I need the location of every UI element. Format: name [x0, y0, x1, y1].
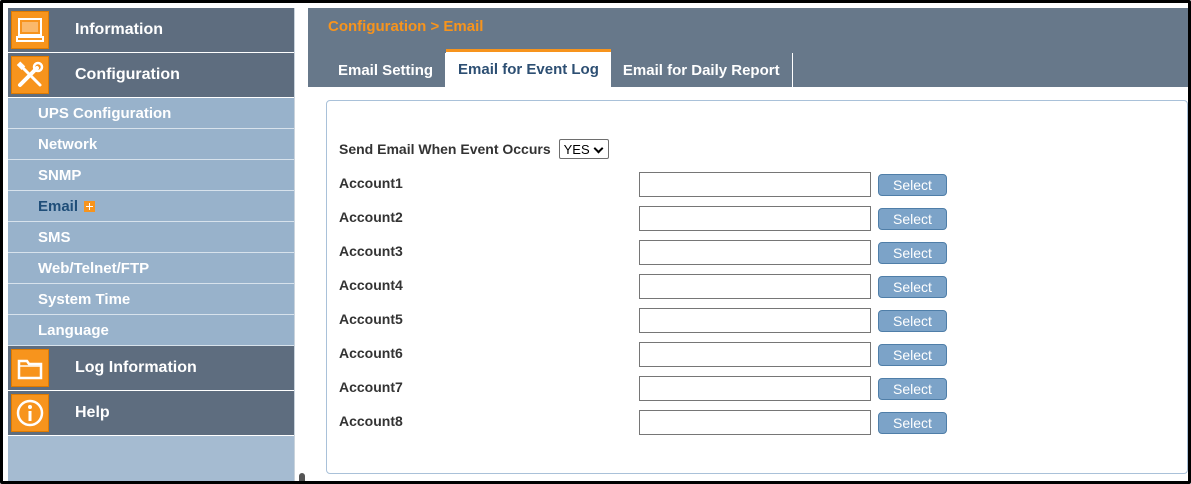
sidebar-item-label: System Time	[38, 290, 131, 308]
account2-select-button[interactable]: Select	[878, 208, 947, 230]
sidebar-item-log-information[interactable]: Log Information	[8, 346, 294, 391]
sidebar-item-label: Information	[75, 21, 163, 38]
sidebar-item-email[interactable]: Email	[8, 191, 294, 222]
send-email-row: Send Email When Event Occurs YES	[339, 139, 609, 159]
chevron-down-icon	[594, 144, 604, 154]
account-row: Account7 Select	[339, 376, 959, 401]
sidebar-item-information[interactable]: Information	[8, 8, 294, 53]
tab-email-setting[interactable]: Email Setting	[326, 53, 447, 87]
account-row: Account8 Select	[339, 410, 959, 435]
account-row: Account2 Select	[339, 206, 959, 231]
info-icon	[11, 394, 49, 432]
sidebar-item-label: Web/Telnet/FTP	[38, 259, 150, 277]
sidebar-item-ups-configuration[interactable]: UPS Configuration	[8, 98, 294, 129]
account-label: Account2	[339, 209, 403, 225]
sidebar-item-label: Network	[38, 135, 98, 153]
account4-select-button[interactable]: Select	[878, 276, 947, 298]
send-email-value: YES	[563, 141, 590, 157]
account3-input[interactable]	[639, 240, 871, 265]
account-row: Account5 Select	[339, 308, 959, 333]
account7-select-button[interactable]: Select	[878, 378, 947, 400]
email-event-log-panel: Send Email When Event Occurs YES Account…	[326, 100, 1188, 474]
sidebar-item-language[interactable]: Language	[8, 315, 294, 346]
tab-email-for-daily-report[interactable]: Email for Daily Report	[611, 53, 793, 87]
account-label: Account7	[339, 379, 403, 395]
sidebar-scrollbar[interactable]	[294, 8, 308, 481]
account-label: Account8	[339, 413, 403, 429]
header: Configuration > Email Email Setting Emai…	[308, 8, 1188, 87]
folder-icon	[11, 349, 49, 387]
sidebar-item-label: Email	[38, 197, 79, 215]
account-label: Account6	[339, 345, 403, 361]
sidebar-item-label: Log Information	[75, 359, 197, 376]
account5-input[interactable]	[639, 308, 871, 333]
account-row: Account1 Select	[339, 172, 959, 197]
app-frame: Information Configuration UPS Configurat…	[0, 0, 1191, 484]
account7-input[interactable]	[639, 376, 871, 401]
account8-input[interactable]	[639, 410, 871, 435]
sidebar-item-sms[interactable]: SMS	[8, 222, 294, 253]
sidebar-item-label: SNMP	[38, 166, 82, 184]
account-label: Account3	[339, 243, 403, 259]
scrollbar-thumb[interactable]	[299, 473, 305, 481]
account-label: Account5	[339, 311, 403, 327]
sidebar-item-snmp[interactable]: SNMP	[8, 160, 294, 191]
account6-input[interactable]	[639, 342, 871, 367]
plus-icon	[84, 200, 96, 212]
account2-input[interactable]	[639, 206, 871, 231]
account6-select-button[interactable]: Select	[878, 344, 947, 366]
sidebar-item-network[interactable]: Network	[8, 129, 294, 160]
account-label: Account4	[339, 277, 403, 293]
send-email-label: Send Email When Event Occurs	[339, 141, 551, 157]
sidebar-item-label: Language	[38, 321, 109, 339]
account-label: Account1	[339, 175, 403, 191]
tab-email-for-event-log[interactable]: Email for Event Log	[446, 49, 611, 87]
sidebar-item-label: SMS	[38, 228, 71, 246]
account5-select-button[interactable]: Select	[878, 310, 947, 332]
tools-icon	[11, 56, 49, 94]
breadcrumb: Configuration > Email	[328, 18, 484, 35]
account-row: Account6 Select	[339, 342, 959, 367]
account-row: Account4 Select	[339, 274, 959, 299]
account1-select-button[interactable]: Select	[878, 174, 947, 196]
account3-select-button[interactable]: Select	[878, 242, 947, 264]
account-row: Account3 Select	[339, 240, 959, 265]
sidebar: Information Configuration UPS Configurat…	[8, 8, 294, 481]
sidebar-item-label: Configuration	[75, 66, 180, 83]
sidebar-item-label: UPS Configuration	[38, 104, 172, 122]
sidebar-item-help[interactable]: Help	[8, 391, 294, 436]
computer-icon	[11, 11, 49, 49]
tab-bar: Email Setting Email for Event Log Email …	[326, 48, 793, 87]
account8-select-button[interactable]: Select	[878, 412, 947, 434]
sidebar-item-web-telnet-ftp[interactable]: Web/Telnet/FTP	[8, 253, 294, 284]
sidebar-item-configuration[interactable]: Configuration	[8, 53, 294, 98]
account4-input[interactable]	[639, 274, 871, 299]
send-email-select[interactable]: YES	[558, 139, 609, 159]
sidebar-item-label: Help	[75, 404, 110, 421]
sidebar-item-system-time[interactable]: System Time	[8, 284, 294, 315]
account1-input[interactable]	[639, 172, 871, 197]
